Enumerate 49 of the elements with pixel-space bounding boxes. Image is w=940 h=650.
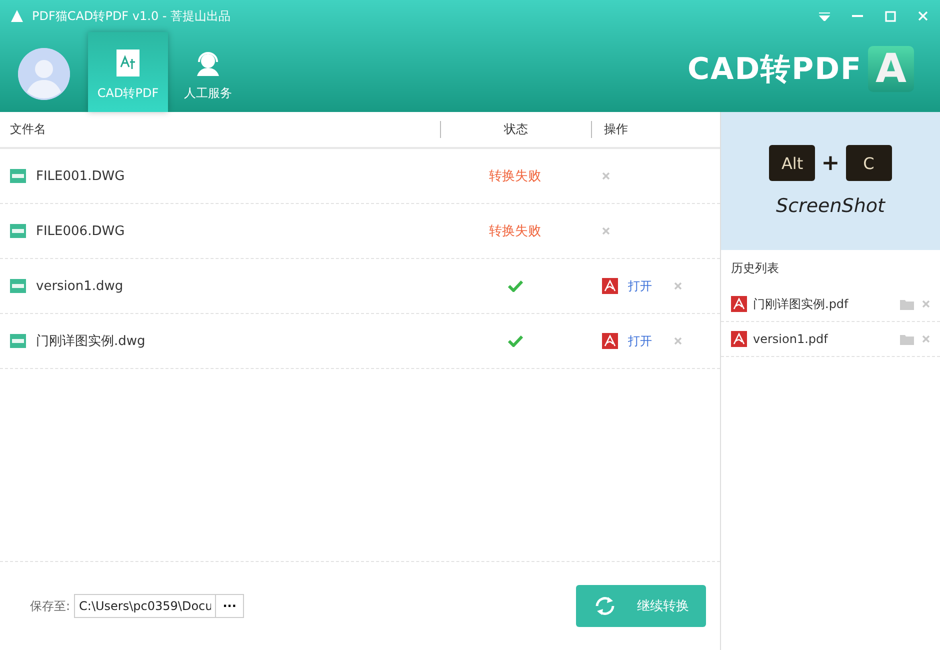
column-header: 操作 [604, 121, 628, 138]
banner-caption: ScreenShot [776, 195, 885, 217]
minimize-icon[interactable] [852, 15, 863, 17]
file-name: 门刚详图实例.dwg [36, 333, 146, 350]
pdf-icon [602, 333, 618, 349]
cad-file-icon [10, 334, 26, 348]
status-text: 转换失败 [489, 223, 541, 240]
folder-icon[interactable] [900, 298, 914, 310]
close-icon[interactable] [922, 300, 930, 308]
headset-icon [194, 49, 222, 77]
pdf-icon [731, 296, 747, 312]
file-name: FILE001.DWG [36, 168, 125, 184]
folder-icon[interactable] [900, 334, 914, 344]
pdf-icon [602, 278, 618, 294]
brand-badge: A [868, 46, 914, 92]
cad-file-icon [10, 279, 26, 293]
file-name: version1.dwg [36, 278, 124, 294]
status-text: 转换失败 [489, 168, 541, 185]
brand-title: CAD转PDF [687, 50, 862, 88]
close-icon[interactable] [674, 282, 682, 290]
document-icon [115, 49, 141, 77]
history-item[interactable]: 门刚详图实例.pdf [753, 296, 848, 312]
key-cap: C [846, 145, 892, 181]
nav-tab[interactable]: 人工服务 [168, 32, 248, 112]
dropdown-icon[interactable] [819, 12, 830, 20]
app-logo-icon [10, 9, 24, 23]
close-icon[interactable] [602, 227, 610, 235]
plus-sign: + [821, 150, 840, 176]
history-title: 历史列表 [730, 260, 780, 277]
close-icon[interactable] [602, 172, 610, 180]
save-label: 保存至: [30, 598, 70, 614]
avatar[interactable] [18, 48, 70, 100]
maximize-icon[interactable] [885, 10, 896, 22]
open-link[interactable]: 打开 [628, 278, 652, 294]
history-item[interactable]: version1.pdf [753, 332, 828, 346]
window-title: PDF猫CAD转PDF v1.0 - 菩提山出品 [32, 8, 231, 24]
column-header: 文件名 [10, 121, 46, 138]
close-icon[interactable] [674, 337, 682, 345]
column-header: 状态 [504, 121, 528, 138]
pdf-icon [731, 331, 747, 347]
open-link[interactable]: 打开 [628, 332, 652, 350]
check-icon [508, 335, 522, 347]
close-icon[interactable] [922, 335, 930, 343]
key-cap: Alt [769, 145, 816, 181]
cad-file-icon [10, 224, 26, 238]
refresh-icon [593, 594, 617, 618]
cad-file-icon [10, 169, 26, 183]
file-name: FILE006.DWG [36, 224, 125, 238]
check-icon [508, 280, 522, 292]
